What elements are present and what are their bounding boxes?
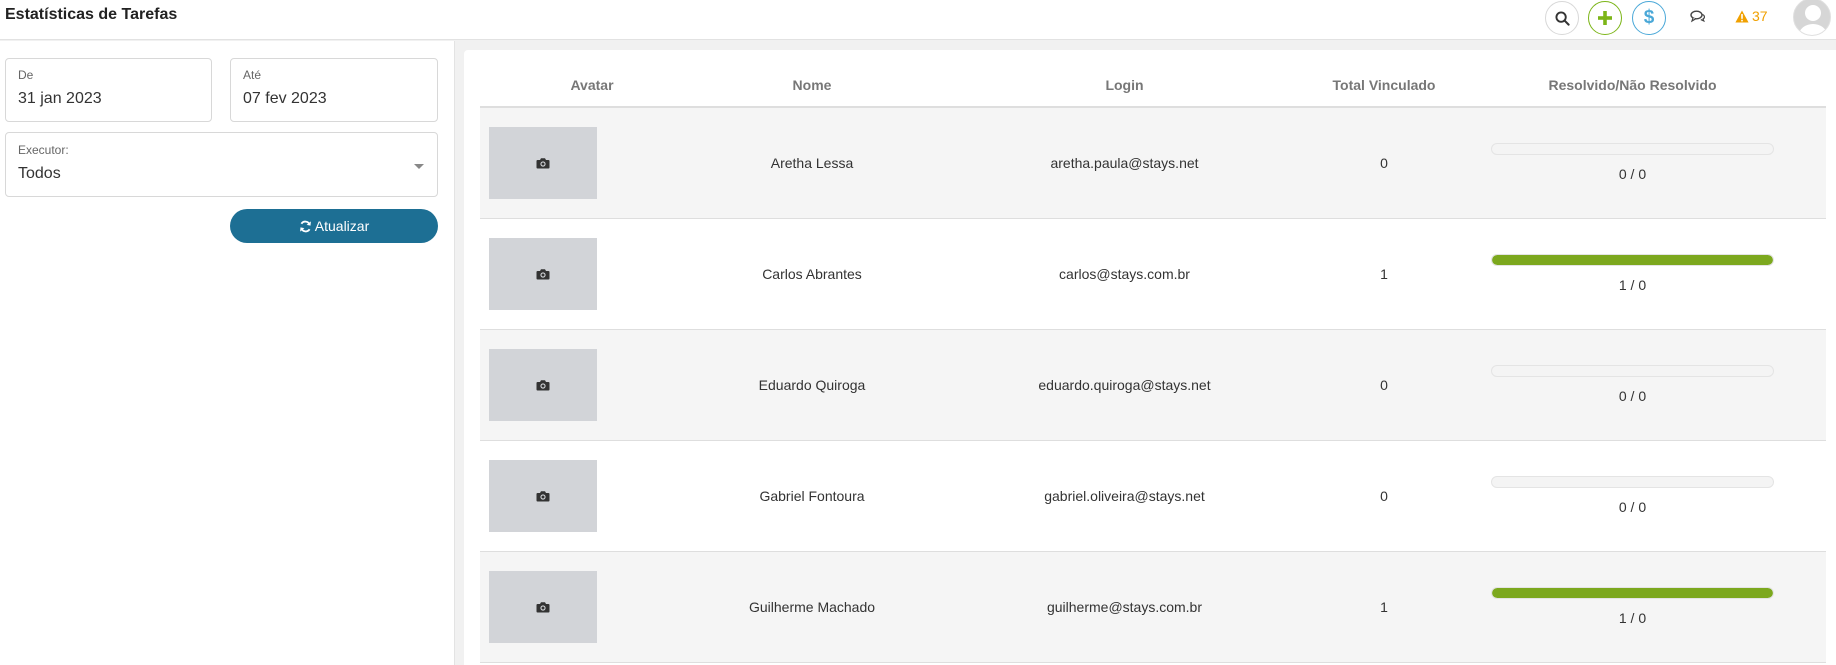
avatar-placeholder bbox=[489, 237, 597, 310]
avatar-cell bbox=[480, 551, 704, 663]
camera-icon bbox=[536, 268, 550, 279]
start-date-label: De bbox=[18, 68, 34, 82]
progress-bar bbox=[1491, 365, 1774, 377]
avatar-cell bbox=[480, 440, 704, 552]
progress-cell: 1 / 0 bbox=[1439, 218, 1826, 330]
progress-cell: 0 / 0 bbox=[1439, 329, 1826, 441]
total-cell: 0 bbox=[1329, 107, 1439, 219]
avatar-cell bbox=[480, 107, 704, 219]
progress-fill bbox=[1492, 255, 1773, 265]
table-row[interactable]: Aretha Lessa aretha.paula@stays.net 0 0 … bbox=[480, 107, 1826, 219]
update-button[interactable]: Atualizar bbox=[230, 209, 438, 243]
total-cell: 0 bbox=[1329, 440, 1439, 552]
column-header-login[interactable]: Login bbox=[920, 50, 1329, 108]
ratio-text: 0 / 0 bbox=[1618, 388, 1647, 404]
name-cell: Aretha Lessa bbox=[704, 107, 920, 219]
login-cell: gabriel.oliveira@stays.net bbox=[920, 440, 1329, 552]
executor-value: Todos bbox=[18, 165, 61, 182]
user-avatar[interactable] bbox=[1793, 0, 1831, 36]
ratio-text: 1 / 0 bbox=[1618, 610, 1647, 626]
alerts-button[interactable]: 37 bbox=[1735, 6, 1768, 26]
avatar-placeholder bbox=[489, 459, 597, 532]
warning-icon bbox=[1735, 10, 1749, 22]
add-button[interactable] bbox=[1588, 1, 1622, 35]
alert-count: 37 bbox=[1752, 8, 1768, 24]
total-cell: 1 bbox=[1329, 218, 1439, 330]
progress-cell: 1 / 0 bbox=[1439, 551, 1826, 663]
start-date-value: 31 jan 2023 bbox=[18, 90, 102, 107]
executor-label: Executor: bbox=[18, 143, 69, 157]
column-header-name[interactable]: Nome bbox=[704, 50, 920, 108]
table-row[interactable]: Eduardo Quiroga eduardo.quiroga@stays.ne… bbox=[480, 329, 1826, 441]
top-bar: Estatísticas de Tarefas $ 37 bbox=[0, 0, 1836, 40]
name-cell: Eduardo Quiroga bbox=[704, 329, 920, 441]
camera-icon bbox=[536, 157, 550, 169]
progress-bar bbox=[1491, 254, 1774, 266]
results-panel: Avatar Nome Login Total Vinculado Resolv… bbox=[464, 50, 1836, 665]
login-cell: eduardo.quiroga@stays.net bbox=[920, 329, 1329, 441]
progress-bar bbox=[1491, 476, 1774, 488]
start-date-field[interactable]: De 31 jan 2023 bbox=[5, 58, 212, 122]
avatar-placeholder bbox=[489, 348, 597, 421]
progress-fill bbox=[1492, 588, 1773, 598]
camera-icon bbox=[536, 379, 550, 390]
name-cell: Carlos Abrantes bbox=[704, 218, 920, 330]
dollar-icon: $ bbox=[1643, 7, 1655, 28]
login-cell: guilherme@stays.com.br bbox=[920, 551, 1329, 663]
messages-button[interactable] bbox=[1688, 5, 1708, 27]
ratio-text: 0 / 0 bbox=[1618, 166, 1647, 183]
search-button[interactable] bbox=[1545, 1, 1579, 35]
table-body: Aretha Lessa aretha.paula@stays.net 0 0 … bbox=[480, 107, 1826, 663]
total-cell: 0 bbox=[1329, 329, 1439, 441]
avatar-placeholder bbox=[489, 126, 597, 199]
chevron-down-icon bbox=[414, 164, 424, 169]
ratio-text: 1 / 0 bbox=[1618, 277, 1647, 293]
progress-bar bbox=[1491, 143, 1774, 156]
avatar-cell bbox=[480, 218, 704, 330]
avatar-placeholder bbox=[489, 570, 597, 643]
camera-icon bbox=[536, 490, 550, 501]
progress-cell: 0 / 0 bbox=[1439, 107, 1826, 219]
name-cell: Guilherme Machado bbox=[704, 551, 920, 663]
avatar-cell bbox=[480, 329, 704, 441]
ratio-text: 0 / 0 bbox=[1618, 499, 1647, 515]
table-header-row: Avatar Nome Login Total Vinculado Resolv… bbox=[480, 50, 1826, 108]
update-button-label: Atualizar bbox=[314, 218, 370, 234]
camera-icon bbox=[536, 601, 550, 612]
column-header-avatar[interactable]: Avatar bbox=[480, 50, 704, 108]
table-row[interactable]: Gabriel Fontoura gabriel.oliveira@stays.… bbox=[480, 440, 1826, 552]
column-header-resolved[interactable]: Resolvido/Não Resolvido bbox=[1439, 50, 1826, 108]
login-cell: carlos@stays.com.br bbox=[920, 218, 1329, 330]
progress-cell: 0 / 0 bbox=[1439, 440, 1826, 552]
search-icon bbox=[1554, 10, 1570, 26]
column-header-total[interactable]: Total Vinculado bbox=[1329, 50, 1439, 108]
progress-bar bbox=[1491, 587, 1774, 599]
login-cell: aretha.paula@stays.net bbox=[920, 107, 1329, 219]
executor-select[interactable]: Executor: Todos bbox=[5, 132, 438, 197]
table-row[interactable]: Carlos Abrantes carlos@stays.com.br 1 1 … bbox=[480, 218, 1826, 330]
chat-icon bbox=[1690, 10, 1706, 22]
end-date-value: 07 fev 2023 bbox=[243, 90, 327, 107]
end-date-label: Até bbox=[243, 68, 262, 82]
financial-button[interactable]: $ bbox=[1632, 1, 1666, 35]
refresh-icon bbox=[299, 220, 311, 232]
user-silhouette-icon bbox=[1799, 5, 1827, 35]
table-row[interactable]: Guilherme Machado guilherme@stays.com.br… bbox=[480, 551, 1826, 663]
end-date-field[interactable]: Até 07 fev 2023 bbox=[230, 58, 438, 122]
filter-panel: De 31 jan 2023 Até 07 fev 2023 Executor:… bbox=[0, 41, 455, 665]
stats-table: Avatar Nome Login Total Vinculado Resolv… bbox=[480, 50, 1826, 663]
plus-icon bbox=[1598, 11, 1612, 25]
name-cell: Gabriel Fontoura bbox=[704, 440, 920, 552]
total-cell: 1 bbox=[1329, 551, 1439, 663]
page-title: Estatísticas de Tarefas bbox=[5, 6, 178, 23]
